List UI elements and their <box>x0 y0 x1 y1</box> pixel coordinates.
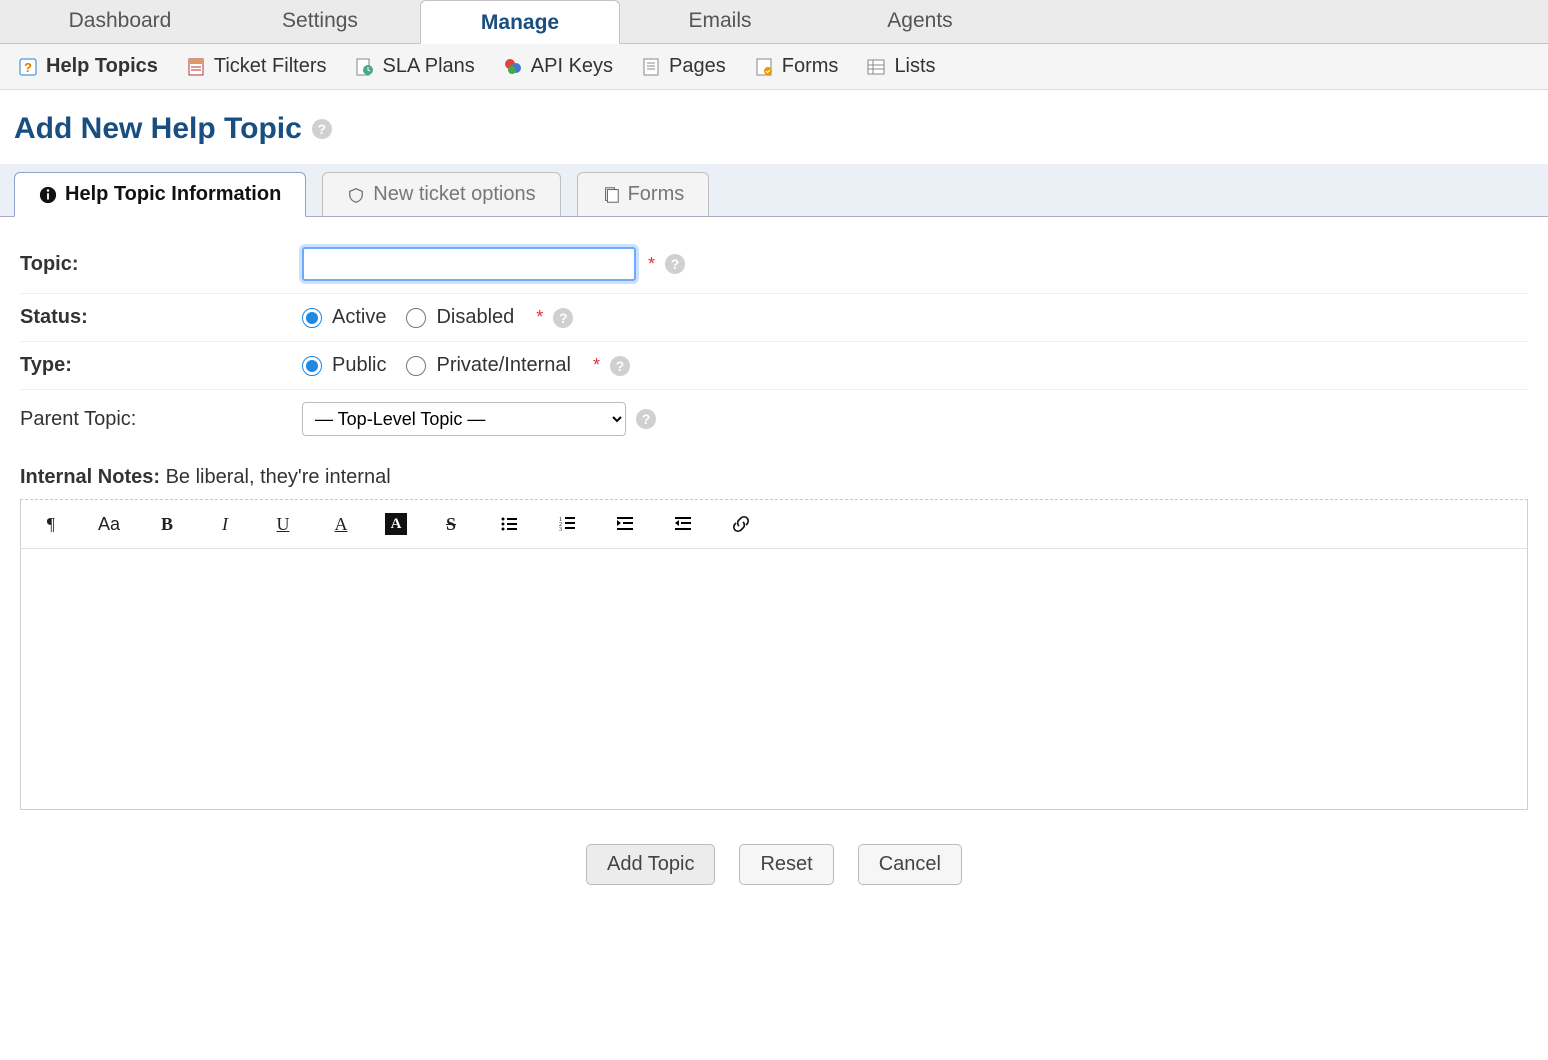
svg-text:?: ? <box>24 60 32 75</box>
nav-label: Dashboard <box>69 9 172 32</box>
notes-textarea[interactable] <box>21 549 1527 809</box>
nav-label: Agents <box>887 9 952 32</box>
type-label: Type: <box>20 354 302 377</box>
type-public-label: Public <box>332 354 386 377</box>
page-title-text: Add New Help Topic <box>14 112 302 146</box>
parent-topic-label: Parent Topic: <box>20 408 302 431</box>
pages-icon <box>641 57 661 77</box>
internal-notes-label: Internal Notes: <box>20 466 160 488</box>
type-private-label: Private/Internal <box>436 354 571 377</box>
link-icon[interactable] <box>727 510 755 538</box>
parent-topic-select[interactable]: — Top-Level Topic — <box>302 402 626 436</box>
help-topic-icon: ? <box>18 57 38 77</box>
tab-new-ticket-options[interactable]: New ticket options <box>322 172 560 216</box>
info-icon <box>39 186 57 204</box>
subnav-label: Lists <box>894 55 935 78</box>
internal-notes-header: Internal Notes: Be liberal, they're inte… <box>20 448 1528 499</box>
topic-input[interactable] <box>302 247 636 281</box>
underline-icon[interactable]: U <box>269 510 297 538</box>
nav-agents[interactable]: Agents <box>820 0 1020 43</box>
subnav-api-keys[interactable]: API Keys <box>503 55 613 78</box>
subnav-help-topics[interactable]: ? Help Topics <box>18 55 158 78</box>
background-color-icon[interactable]: A <box>385 513 407 535</box>
help-icon[interactable]: ? <box>553 308 573 328</box>
text-color-icon[interactable]: A <box>327 510 355 538</box>
nav-settings[interactable]: Settings <box>220 0 420 43</box>
nav-label: Emails <box>688 9 751 32</box>
sla-icon <box>354 57 374 77</box>
cancel-button[interactable]: Cancel <box>858 844 962 885</box>
reset-button[interactable]: Reset <box>739 844 833 885</box>
status-active-label: Active <box>332 306 386 329</box>
nav-emails[interactable]: Emails <box>620 0 820 43</box>
tab-label: Help Topic Information <box>65 183 281 206</box>
help-icon[interactable]: ? <box>312 119 332 139</box>
unordered-list-icon[interactable] <box>495 510 523 538</box>
subnav-label: Forms <box>782 55 839 78</box>
italic-icon[interactable]: I <box>211 510 239 538</box>
help-icon[interactable]: ? <box>610 356 630 376</box>
status-label: Status: <box>20 306 302 329</box>
add-topic-button[interactable]: Add Topic <box>586 844 715 885</box>
subnav-forms[interactable]: Forms <box>754 55 839 78</box>
tab-forms[interactable]: Forms <box>577 172 710 216</box>
ordered-list-icon[interactable]: 123 <box>553 510 581 538</box>
indent-icon[interactable] <box>669 510 697 538</box>
status-disabled-radio[interactable] <box>406 308 426 328</box>
svg-text:3: 3 <box>559 527 562 533</box>
nav-dashboard[interactable]: Dashboard <box>20 0 220 43</box>
paragraph-icon[interactable]: ¶ <box>37 510 65 538</box>
subnav-label: API Keys <box>531 55 613 78</box>
type-private-radio[interactable] <box>406 356 426 376</box>
font-size-icon[interactable]: Aa <box>95 510 123 538</box>
help-icon[interactable]: ? <box>636 409 656 429</box>
internal-notes-hint: Be liberal, they're internal <box>166 466 391 488</box>
tab-help-topic-info[interactable]: Help Topic Information <box>14 172 306 217</box>
lists-icon <box>866 57 886 77</box>
subnav-label: Help Topics <box>46 55 158 78</box>
type-public-radio[interactable] <box>302 356 322 376</box>
strikethrough-icon[interactable]: S <box>437 510 465 538</box>
forms-icon <box>754 57 774 77</box>
subnav-label: Pages <box>669 55 726 78</box>
page-title: Add New Help Topic ? <box>14 112 1534 146</box>
help-icon[interactable]: ? <box>665 254 685 274</box>
nav-label: Settings <box>282 9 358 32</box>
tab-label: Forms <box>628 183 685 206</box>
subnav-label: SLA Plans <box>382 55 474 78</box>
subnav-ticket-filters[interactable]: Ticket Filters <box>186 55 327 78</box>
status-active-radio[interactable] <box>302 308 322 328</box>
nav-label: Manage <box>481 11 559 34</box>
rich-text-editor: ¶ Aa B I U A A S 123 <box>20 499 1528 810</box>
forms-tab-icon <box>602 186 620 204</box>
subnav-label: Ticket Filters <box>214 55 327 78</box>
subnav-pages[interactable]: Pages <box>641 55 726 78</box>
topic-label: Topic: <box>20 253 302 276</box>
api-icon <box>503 57 523 77</box>
subnav-sla-plans[interactable]: SLA Plans <box>354 55 474 78</box>
outdent-icon[interactable] <box>611 510 639 538</box>
ticket-icon <box>347 186 365 204</box>
required-marker: * <box>593 355 600 376</box>
status-disabled-label: Disabled <box>436 306 514 329</box>
tab-label: New ticket options <box>373 183 535 206</box>
nav-manage[interactable]: Manage <box>420 0 620 44</box>
subnav-lists[interactable]: Lists <box>866 55 935 78</box>
required-marker: * <box>536 307 543 328</box>
filter-icon <box>186 57 206 77</box>
bold-icon[interactable]: B <box>153 510 181 538</box>
required-marker: * <box>648 254 655 275</box>
